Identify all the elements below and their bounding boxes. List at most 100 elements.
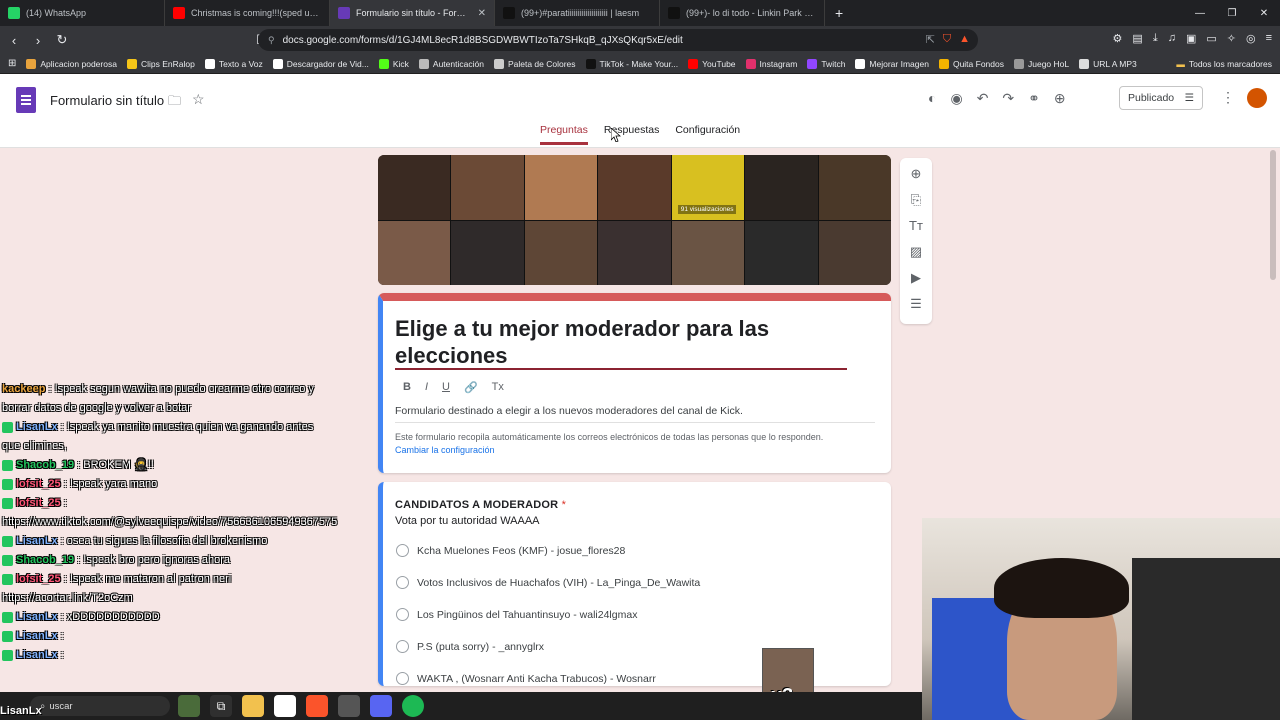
bookmark-item[interactable]: Twitch [807, 58, 845, 69]
bookmark-item[interactable]: Autenticación [418, 58, 484, 69]
spotify-icon[interactable] [402, 695, 424, 717]
bookmark-item[interactable]: Kick [378, 58, 409, 69]
bookmark-item[interactable]: URL A MP3 [1079, 58, 1137, 69]
header-image-collage[interactable]: 91 visualizaciones [378, 155, 891, 285]
bookmark-item[interactable]: Texto a Voz [204, 58, 263, 69]
form-description[interactable]: Formulario destinado a elegir a los nuev… [395, 405, 743, 417]
option-5[interactable]: WAKTA , (Wosnarr Anti Kacha Trabucos) - … [396, 672, 656, 685]
option-4[interactable]: P.S (puta sorry) - _annyglrx [396, 640, 544, 653]
bookmark-item[interactable]: Mejorar Imagen [855, 58, 929, 69]
wallet-icon[interactable]: ▭ [1206, 32, 1216, 45]
browser-tab[interactable]: Christmas is coming!!!(sped up p [165, 0, 330, 26]
bookmark-item[interactable]: Juego HoL [1013, 58, 1069, 69]
radio-button[interactable] [396, 544, 409, 557]
minimize-icon[interactable]: — [1184, 0, 1216, 26]
obs-icon[interactable] [338, 695, 360, 717]
share-icon[interactable]: ⇱ [926, 33, 935, 46]
radio-button[interactable] [396, 672, 409, 685]
option-1[interactable]: Kcha Muelones Feos (KMF) - josue_flores2… [396, 544, 625, 557]
redo-icon[interactable]: ↷ [1002, 90, 1014, 107]
bookmark-item[interactable]: Clips EnRalop [126, 58, 195, 69]
form-title[interactable]: Elige a tu mejor moderador para las elec… [395, 315, 855, 369]
widget-icon[interactable] [178, 695, 200, 717]
floating-toolbar: ⊕ ⎘ Tт ▨ ▶ ☰ [900, 158, 932, 324]
discord-icon[interactable] [370, 695, 392, 717]
folder-icon[interactable]: 🗀 [168, 92, 181, 114]
link-icon[interactable]: ⚭ [1028, 90, 1040, 107]
undo-icon[interactable]: ↶ [977, 90, 989, 107]
add-section-icon[interactable]: ☰ [910, 295, 922, 312]
preview-eye-icon[interactable]: ◉ [950, 90, 962, 107]
add-collaborator-icon[interactable]: ⊕ [1054, 90, 1066, 107]
palette-icon[interactable]: ◐ [928, 90, 936, 107]
browser-tab[interactable]: (99+)#paratiiiiiiiiiiiiiiiiiiii | laesm [495, 0, 660, 26]
all-bookmarks[interactable]: ▬ Todos los marcadores [1176, 54, 1272, 74]
close-window-icon[interactable]: ✕ [1248, 0, 1280, 26]
browser-tab[interactable]: Formulario sin título - Formulari ✕ [330, 0, 495, 26]
music-icon[interactable]: ♫ [1168, 32, 1176, 45]
bookmark-item[interactable]: Paleta de Colores [493, 58, 576, 69]
underline-icon[interactable]: U [442, 381, 450, 394]
question-card[interactable]: CANDIDATOS A MODERADOR * Vota por tu aut… [378, 482, 891, 686]
collage-photo: 91 visualizaciones [671, 155, 745, 220]
change-settings-link[interactable]: Cambiar la configuración [395, 445, 495, 455]
page-scrollbar[interactable] [1270, 150, 1276, 280]
bookmark-item[interactable]: Descargador de Vid... [272, 58, 369, 69]
add-video-icon[interactable]: ▶ [911, 269, 921, 286]
radio-button[interactable] [396, 576, 409, 589]
add-title-icon[interactable]: Tт [909, 217, 923, 234]
file-explorer-icon[interactable] [242, 695, 264, 717]
forward-icon[interactable]: › [28, 33, 48, 48]
option-3[interactable]: Los Pingüinos del Tahuantinsuyo - wali24… [396, 608, 637, 621]
chat-message: Shacob_19 : BROKEM 🥷!! [2, 456, 322, 475]
bold-icon[interactable]: B [403, 381, 411, 394]
taskbar-search[interactable]: ⌕ uscar [30, 696, 170, 716]
close-tab-icon[interactable]: ✕ [478, 8, 486, 19]
publish-button[interactable]: Publicado ☰ [1119, 86, 1203, 110]
clear-format-icon[interactable]: Tx [492, 381, 504, 394]
option-2[interactable]: Votos Inclusivos de Huachafos (VIH) - La… [396, 576, 700, 589]
italic-icon[interactable]: I [425, 381, 428, 394]
star-icon[interactable]: ☆ [192, 91, 205, 108]
bookmark-item[interactable]: TikTok - Make Your... [585, 58, 678, 69]
url-input[interactable]: ⚲ docs.google.com/forms/d/1GJ4ML8ecR1d8B… [258, 29, 978, 51]
apps-icon[interactable]: ⊞ [8, 58, 16, 69]
import-questions-icon[interactable]: ⎘ [911, 191, 921, 208]
more-options-icon[interactable]: ⋮ [1221, 89, 1235, 106]
add-image-icon[interactable]: ▨ [910, 243, 922, 260]
chat-username: kackeep [2, 383, 46, 395]
new-tab-button[interactable]: + [825, 5, 853, 21]
restore-icon[interactable]: ❐ [1216, 0, 1248, 26]
site-info-icon[interactable]: ⚲ [268, 35, 275, 46]
ai-icon[interactable]: ✧ [1227, 32, 1236, 45]
document-title[interactable]: Formulario sin título [50, 93, 164, 108]
bookmark-item[interactable]: Aplicacion poderosa [26, 58, 117, 69]
add-question-icon[interactable]: ⊕ [911, 165, 922, 182]
bookmark-item[interactable]: Instagram [745, 58, 797, 69]
radio-button[interactable] [396, 640, 409, 653]
bookmark-item[interactable]: YouTube [688, 58, 736, 69]
forms-logo-icon[interactable] [16, 87, 36, 113]
insert-link-icon[interactable]: 🔗 [464, 381, 478, 394]
bookmark-item[interactable]: Quita Fondos [938, 58, 1004, 69]
avatar[interactable] [1247, 88, 1267, 108]
reload-icon[interactable]: ↻ [52, 32, 72, 48]
brave-rewards-icon[interactable]: ▲ [959, 33, 970, 46]
tab-configuracion[interactable]: Configuración [675, 124, 740, 145]
download-icon[interactable]: ⤓ [1153, 32, 1158, 45]
browser-tab[interactable]: (99+)- lo di todo - Linkin Park Perú 2 [660, 0, 825, 26]
brave-icon[interactable] [306, 695, 328, 717]
store-icon[interactable] [274, 695, 296, 717]
tab-search-icon[interactable]: ▤ [1132, 32, 1142, 45]
vpn-icon[interactable]: ◎ [1246, 32, 1256, 45]
menu-icon[interactable]: ≡ [1266, 32, 1272, 45]
sidebar-icon[interactable]: ▣ [1186, 32, 1196, 45]
tab-preguntas[interactable]: Preguntas [540, 124, 588, 145]
extension-icon[interactable]: ⚙ [1113, 32, 1123, 45]
task-view-icon[interactable]: ⧉ [210, 695, 232, 717]
bookmark-label: Paleta de Colores [507, 58, 576, 69]
brave-shield-icon[interactable]: ⛉ [943, 33, 951, 46]
back-icon[interactable]: ‹ [4, 33, 24, 48]
radio-button[interactable] [396, 608, 409, 621]
browser-tab[interactable]: (14) WhatsApp [0, 0, 165, 26]
